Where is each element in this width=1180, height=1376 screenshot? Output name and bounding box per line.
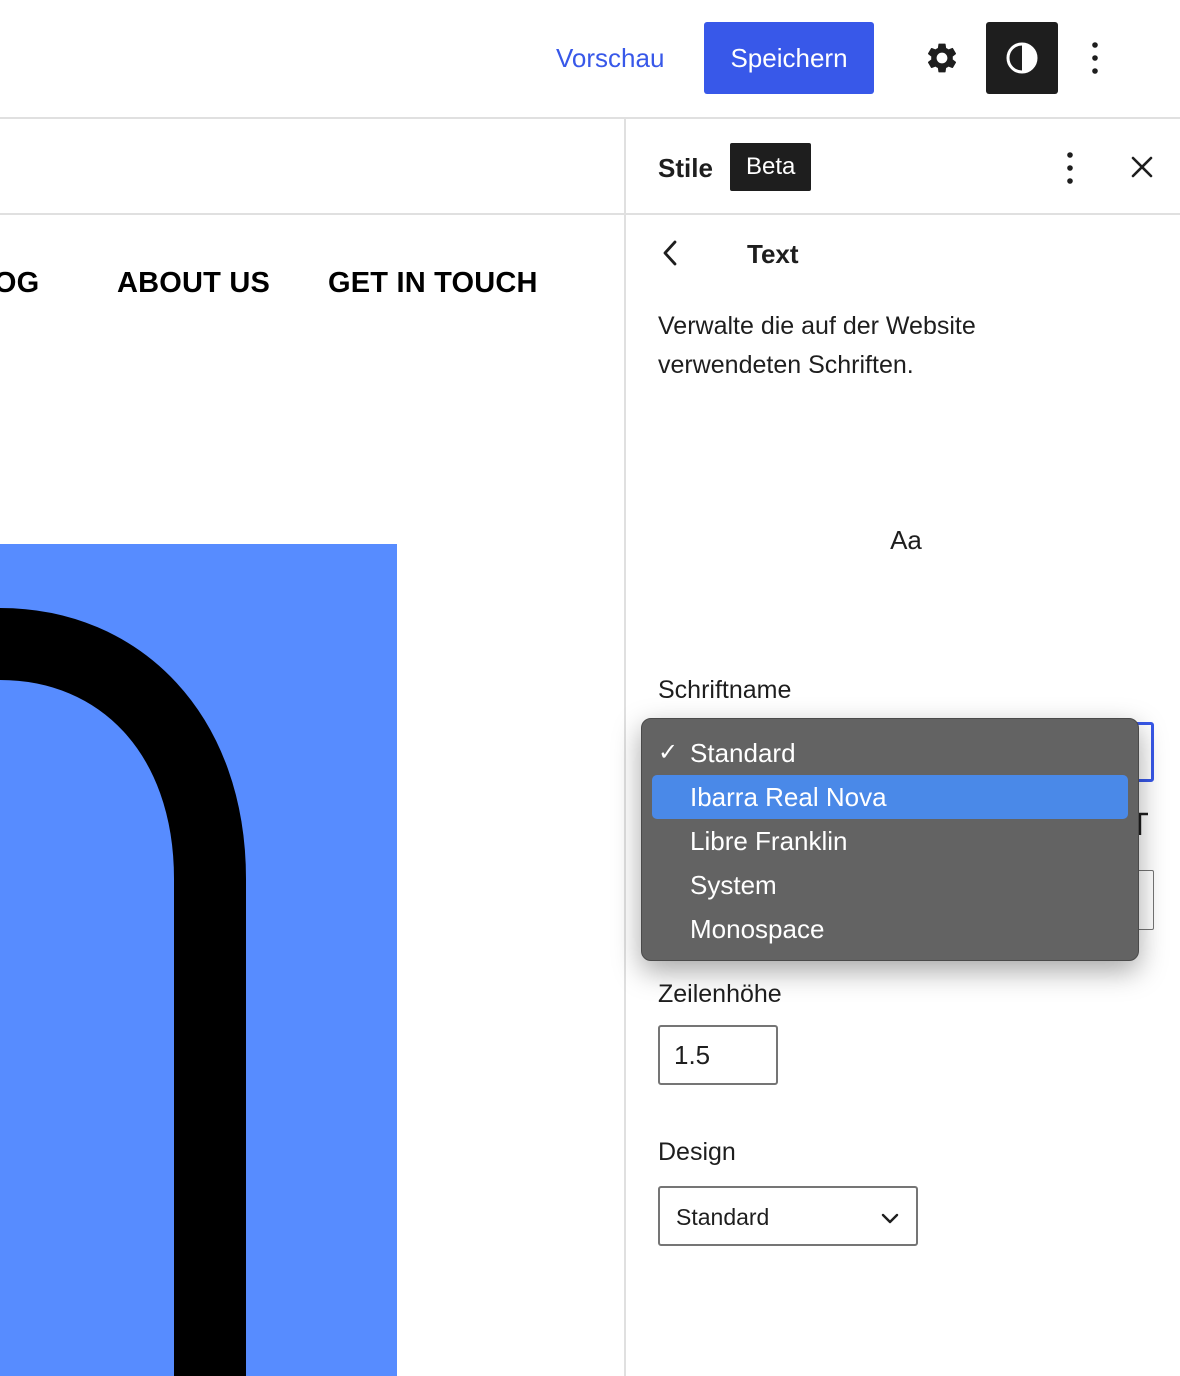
more-vertical-icon	[1067, 152, 1073, 184]
checkmark-icon: ✓	[658, 739, 679, 766]
editor-canvas: LOG ABOUT US GET IN TOUCH	[0, 121, 624, 1376]
line-height-input[interactable]	[658, 1025, 778, 1085]
panel-title: Text	[747, 239, 799, 269]
design-select[interactable]: Standard	[658, 1186, 918, 1246]
options-button[interactable]	[1074, 22, 1116, 94]
option-label: Ibarra Real Nova	[690, 782, 887, 812]
arch-illustration	[0, 544, 397, 1376]
typography-preview: Aa	[890, 525, 922, 555]
font-option-monospace[interactable]: Monospace	[652, 907, 1128, 951]
panel-description: Verwalte die auf der Website verwendeten…	[658, 312, 976, 379]
option-label: Libre Franklin	[690, 826, 848, 856]
editor-header: Vorschau Speichern	[0, 0, 1180, 119]
nav-item-about-us[interactable]: ABOUT US	[117, 267, 270, 300]
settings-button[interactable]	[910, 22, 974, 94]
font-option-system[interactable]: System	[652, 863, 1128, 907]
font-name-label: Schriftname	[658, 676, 792, 704]
close-icon	[1131, 156, 1153, 178]
design-label: Design	[658, 1138, 736, 1166]
chevron-left-icon	[663, 240, 677, 266]
sidebar-header: Stile Beta	[626, 121, 1180, 215]
save-button[interactable]: Speichern	[704, 22, 874, 94]
close-sidebar-button[interactable]	[1122, 147, 1162, 187]
back-button[interactable]	[654, 235, 686, 271]
design-select-value: Standard	[676, 1204, 770, 1230]
beta-badge: Beta	[730, 143, 812, 191]
option-label: System	[690, 870, 777, 900]
option-label: Monospace	[690, 914, 825, 944]
hero-image[interactable]	[0, 544, 397, 1376]
nav-item-blog[interactable]: LOG	[0, 267, 39, 300]
font-option-ibarra-real-nova[interactable]: Ibarra Real Nova	[652, 775, 1128, 819]
site-navigation: LOG ABOUT US GET IN TOUCH	[0, 121, 624, 421]
contrast-icon	[1006, 42, 1038, 74]
line-height-label: Zeilenhöhe	[658, 980, 782, 1008]
more-vertical-icon	[1092, 42, 1098, 74]
sidebar-title: Stile	[658, 153, 713, 183]
sidebar-options-button[interactable]	[1050, 145, 1090, 191]
font-option-libre-franklin[interactable]: Libre Franklin	[652, 819, 1128, 863]
nav-item-get-in-touch[interactable]: GET IN TOUCH	[328, 267, 538, 300]
gear-icon	[927, 43, 957, 73]
font-option-standard[interactable]: ✓ Standard	[652, 731, 1128, 775]
styles-toggle-button[interactable]	[986, 22, 1058, 94]
preview-button[interactable]: Vorschau	[548, 22, 672, 94]
chevron-down-icon	[881, 1213, 899, 1224]
font-family-dropdown: ✓ Standard Ibarra Real Nova Libre Frankl…	[641, 718, 1139, 961]
option-label: Standard	[690, 738, 796, 768]
